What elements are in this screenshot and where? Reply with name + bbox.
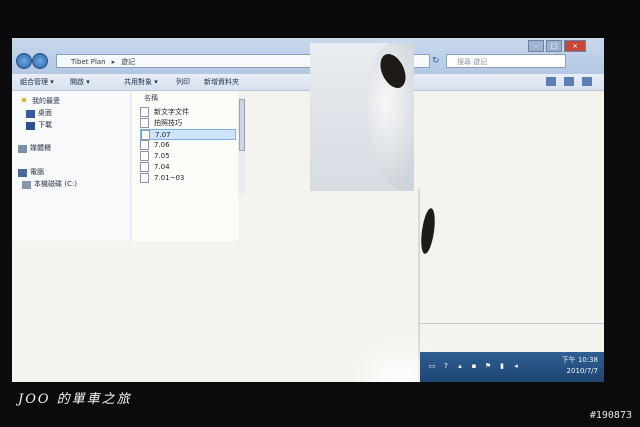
print-button[interactable]: 列印 — [176, 74, 190, 90]
forward-button[interactable] — [32, 53, 48, 69]
nav-computer[interactable]: 電腦 — [30, 167, 44, 178]
list-item-selected[interactable]: 7.07 — [140, 129, 236, 140]
file-name: 7.07 — [155, 131, 171, 139]
desktop-icon — [26, 110, 35, 118]
list-item[interactable]: 7.04 — [140, 162, 236, 173]
preview-image — [310, 43, 414, 191]
help-icon[interactable]: ? — [442, 362, 450, 370]
view-options-icon[interactable] — [546, 77, 556, 86]
list-item[interactable]: 7.05 — [140, 151, 236, 162]
chevron-right-icon: ▸ — [111, 58, 116, 66]
drive-icon — [22, 181, 31, 189]
computer-icon — [18, 169, 27, 177]
document-icon — [141, 130, 150, 140]
keyboard-icon[interactable]: ▭ — [428, 362, 436, 370]
help-icon[interactable] — [582, 77, 592, 86]
file-name: 7.04 — [154, 163, 170, 171]
search-input[interactable]: 搜尋 遊記 — [446, 54, 566, 68]
taskbar: ▭ ? ▴ ▪ ⚑ ▮ ◂ 下午 10:38 2010/7/7 — [420, 352, 604, 382]
nav-libraries[interactable]: 媒體櫃 — [30, 143, 51, 154]
scrollbar[interactable] — [238, 95, 246, 195]
list-item[interactable]: 新文字文件 — [140, 107, 236, 118]
view-controls — [546, 77, 592, 86]
minimize-button[interactable]: – — [528, 40, 544, 52]
file-name: 7.01~03 — [154, 174, 185, 182]
preview-pane-icon[interactable] — [564, 77, 574, 86]
downloads-icon — [26, 122, 35, 130]
back-button[interactable] — [16, 53, 32, 69]
nav-local-disk[interactable]: 本機磁碟 (C:) — [34, 179, 77, 190]
document-icon — [140, 140, 149, 150]
file-name: 7.05 — [154, 152, 170, 160]
window-controls: – □ × — [528, 40, 586, 52]
system-tray: ▭ ? ▴ ▪ ⚑ ▮ ◂ — [428, 362, 520, 370]
library-icon — [18, 145, 27, 153]
leaf-shape — [418, 207, 438, 255]
organize-button[interactable]: 組合管理 ▾ — [20, 74, 54, 90]
network-icon[interactable]: ▪ — [470, 362, 478, 370]
new-folder-button[interactable]: 新增資料夾 — [204, 74, 239, 90]
column-header-name[interactable]: 名稱 — [144, 93, 158, 103]
star-icon: ★ — [20, 96, 29, 106]
nav-favorites[interactable]: 我的最愛 — [32, 96, 60, 107]
address-segment[interactable]: 遊記 — [121, 58, 135, 66]
photo-id: #190873 — [589, 410, 632, 421]
clock-time[interactable]: 下午 10:38 — [562, 355, 598, 365]
list-item[interactable]: 7.01~03 — [140, 173, 236, 184]
address-segment[interactable]: Tibet Plan — [71, 58, 106, 66]
file-name: 拍照技巧 — [154, 119, 182, 127]
document-icon — [140, 118, 149, 128]
flag-icon[interactable]: ⚑ — [484, 362, 492, 370]
refresh-icon[interactable]: ↻ — [432, 54, 444, 68]
document-icon — [140, 151, 149, 161]
close-button[interactable]: × — [564, 40, 586, 52]
screen: Tibet Plan ▸ 遊記 ↻ 搜尋 遊記 – □ × 組合管理 ▾ 開啟 ▾ … — [12, 38, 604, 382]
text-file-icon — [140, 107, 149, 117]
nav-desktop[interactable]: 桌面 — [38, 108, 52, 119]
chevron-up-icon[interactable]: ▴ — [456, 362, 464, 370]
monitor-bezel — [0, 0, 640, 38]
open-button[interactable]: 開啟 ▾ — [70, 74, 90, 90]
navigation-pane: ★ 我的最愛 桌面 下載 媒體櫃 電腦 本機磁碟 (C:) — [12, 91, 131, 241]
watermark: JOO 的單車之旅 — [18, 392, 132, 407]
file-name: 新文字文件 — [154, 108, 189, 116]
document-icon — [140, 173, 149, 183]
maximize-button[interactable]: □ — [546, 40, 562, 52]
file-name: 7.06 — [154, 141, 170, 149]
nav-downloads[interactable]: 下載 — [38, 120, 52, 131]
document-icon — [140, 162, 149, 172]
battery-icon[interactable]: ▮ — [498, 362, 506, 370]
list-item[interactable]: 拍照技巧 — [140, 118, 236, 129]
list-item[interactable]: 7.06 — [140, 140, 236, 151]
share-button[interactable]: 共用對象 ▾ — [124, 74, 158, 90]
clock-date[interactable]: 2010/7/7 — [567, 367, 598, 375]
window-titlebar: Tibet Plan ▸ 遊記 ↻ 搜尋 遊記 – □ × — [12, 38, 604, 74]
file-list: 名稱 新文字文件 拍照技巧 7.07 7.06 7.05 7.04 7.01~0… — [132, 91, 238, 241]
scrollbar-thumb[interactable] — [239, 99, 245, 151]
volume-icon[interactable]: ◂ — [512, 362, 520, 370]
command-bar: 組合管理 ▾ 開啟 ▾ 共用對象 ▾ 列印 新增資料夾 — [12, 74, 604, 91]
divider — [420, 323, 604, 324]
